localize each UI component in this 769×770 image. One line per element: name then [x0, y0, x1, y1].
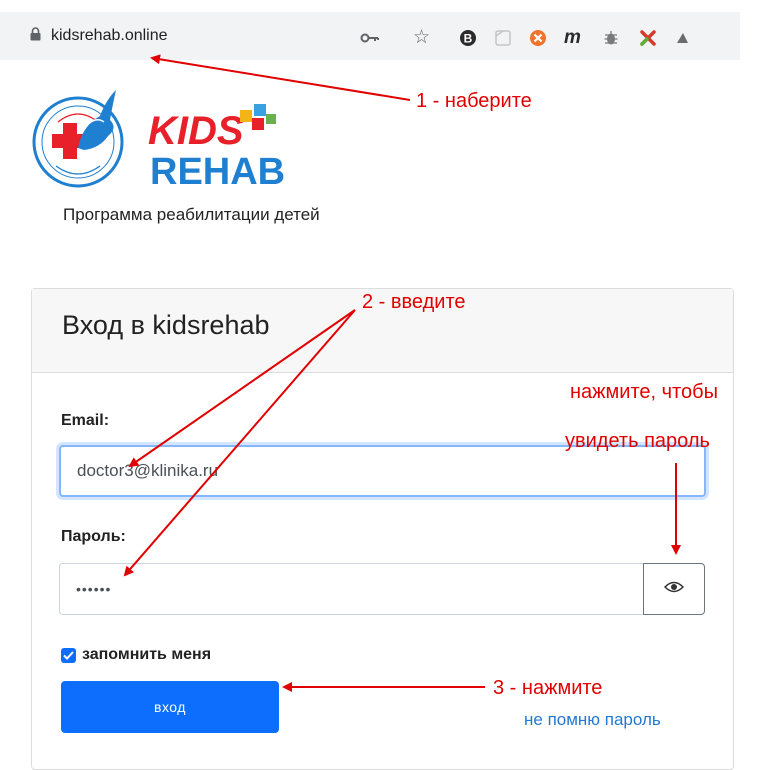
extension-icon-6[interactable] [638, 26, 658, 57]
remember-me-row: запомнить меня [61, 646, 211, 664]
forgot-password-link[interactable]: не помню пароль [524, 710, 661, 730]
lock-icon [30, 26, 41, 46]
extension-icon-5[interactable] [601, 26, 621, 57]
url-text: kidsrehab.online [51, 27, 168, 44]
extension-icon-4[interactable]: m [564, 26, 581, 50]
star-icon[interactable]: ☆ [413, 26, 430, 50]
extension-icon-7[interactable] [674, 26, 688, 57]
page-title: Вход в kidsrehab [62, 310, 270, 340]
extension-icon-2[interactable] [493, 26, 513, 57]
password-label: Пароль: [61, 528, 126, 545]
key-icon[interactable] [360, 26, 380, 57]
remember-me-checkbox[interactable] [61, 647, 76, 663]
extension-icon-3[interactable] [528, 26, 548, 57]
logo-word-top: KIDS [148, 109, 244, 153]
browser-address-bar: kidsrehab.online ☆ B m [0, 12, 740, 60]
annotation-eye-hint-1: нажмите, чтобы [570, 381, 718, 403]
email-label: Email: [61, 412, 110, 429]
kidsrehab-logo: KIDS REHAB [30, 86, 290, 198]
svg-text:B: B [464, 32, 473, 46]
eye-icon [663, 580, 685, 599]
url-field[interactable]: kidsrehab.online [8, 12, 403, 60]
annotation-step3: 3 - нажмите [493, 677, 603, 699]
password-field[interactable] [59, 563, 645, 615]
extension-icon-1[interactable]: B [458, 26, 478, 57]
annotation-step1: 1 - наберите [416, 90, 532, 112]
annotation-eye-hint-2: увидеть пароль [565, 430, 710, 452]
app-tagline: Программа реабилитации детей [63, 205, 320, 224]
remember-me-label[interactable]: запомнить меня [82, 646, 211, 664]
show-password-button[interactable] [643, 563, 705, 615]
logo-word-bottom: REHAB [150, 151, 285, 193]
annotation-step2: 2 - введите [362, 291, 466, 313]
login-button[interactable]: вход [61, 681, 279, 733]
